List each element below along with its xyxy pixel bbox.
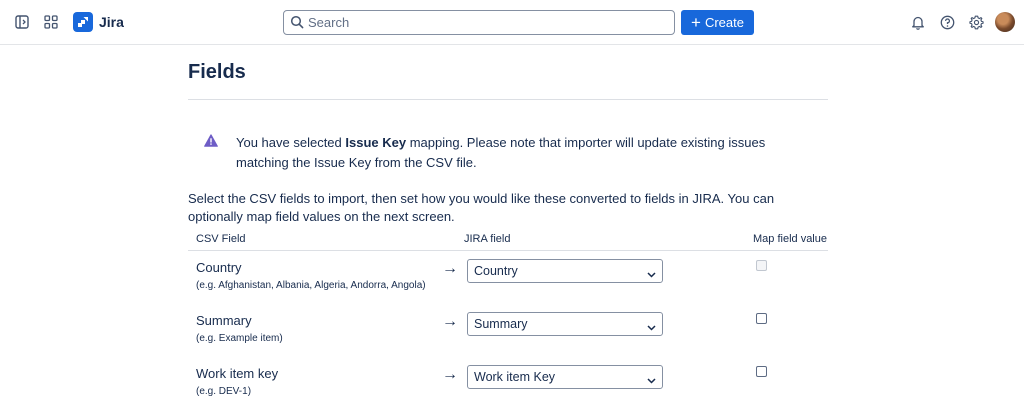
csv-field-name: Work item key bbox=[196, 366, 279, 381]
table-row: Work item key (e.g. DEV-1) → Work item K… bbox=[188, 365, 828, 407]
warning-icon bbox=[204, 134, 218, 152]
fields-table-header: CSV Field JIRA field Map field value bbox=[188, 230, 828, 251]
help-icon[interactable] bbox=[936, 11, 958, 33]
csv-field-name: Summary bbox=[196, 313, 252, 328]
jira-field-select[interactable]: Country bbox=[467, 259, 663, 283]
title-divider bbox=[188, 99, 828, 100]
app-name[interactable]: Jira bbox=[99, 14, 124, 30]
jira-field-value: Country bbox=[474, 264, 518, 278]
chevron-down-icon bbox=[647, 373, 656, 387]
table-row: Summary (e.g. Example item) → Summary bbox=[188, 312, 828, 366]
csv-field-name: Country bbox=[196, 260, 242, 275]
jira-field-select[interactable]: Work item Key bbox=[467, 365, 663, 389]
create-button-label: Create bbox=[704, 15, 744, 30]
jira-logo-icon[interactable] bbox=[73, 12, 93, 32]
jira-field-value: Work item Key bbox=[474, 370, 556, 384]
table-row: Country (e.g. Afghanistan, Albania, Alge… bbox=[188, 259, 828, 313]
header-csv-field: CSV Field bbox=[196, 233, 246, 245]
issue-key-warning: You have selected Issue Key mapping. Ple… bbox=[188, 120, 828, 176]
plus-icon: + bbox=[691, 12, 701, 32]
intro-text: Select the CSV fields to import, then se… bbox=[188, 191, 775, 224]
header-map-field-value: Map field value bbox=[753, 233, 827, 245]
settings-gear-icon[interactable] bbox=[965, 11, 987, 33]
arrow-right-icon: → bbox=[442, 260, 458, 277]
map-field-value-checkbox[interactable] bbox=[756, 313, 767, 324]
page-title: Fields bbox=[188, 61, 246, 83]
map-field-value-checkbox[interactable] bbox=[756, 366, 767, 377]
search-input[interactable] bbox=[308, 13, 668, 32]
chevron-down-icon bbox=[647, 320, 656, 334]
chevron-down-icon bbox=[647, 267, 656, 281]
csv-field-example: (e.g. Example item) bbox=[196, 333, 283, 344]
map-field-value-checkbox[interactable] bbox=[756, 260, 767, 271]
header-jira-field: JIRA field bbox=[464, 233, 511, 245]
arrow-right-icon: → bbox=[442, 313, 458, 330]
csv-field-example: (e.g. Afghanistan, Albania, Algeria, And… bbox=[196, 280, 426, 291]
warning-bold-term: Issue Key bbox=[345, 135, 407, 150]
create-button[interactable]: + Create bbox=[681, 10, 754, 35]
warning-message: You have selected Issue Key mapping. Ple… bbox=[236, 133, 816, 173]
arrow-right-icon: → bbox=[442, 366, 458, 383]
jira-field-select[interactable]: Summary bbox=[467, 312, 663, 336]
top-navigation: Jira + Create bbox=[0, 0, 1024, 45]
csv-field-example: (e.g. DEV-1) bbox=[196, 386, 252, 397]
search-icon bbox=[290, 15, 304, 34]
sidebar-toggle-icon[interactable] bbox=[11, 11, 33, 33]
notifications-bell-icon[interactable] bbox=[907, 11, 929, 33]
user-avatar[interactable] bbox=[995, 12, 1015, 32]
app-switcher-icon[interactable] bbox=[40, 11, 62, 33]
warning-prefix: You have selected bbox=[236, 135, 346, 150]
jira-field-value: Summary bbox=[474, 317, 528, 331]
search-box[interactable] bbox=[283, 10, 675, 35]
